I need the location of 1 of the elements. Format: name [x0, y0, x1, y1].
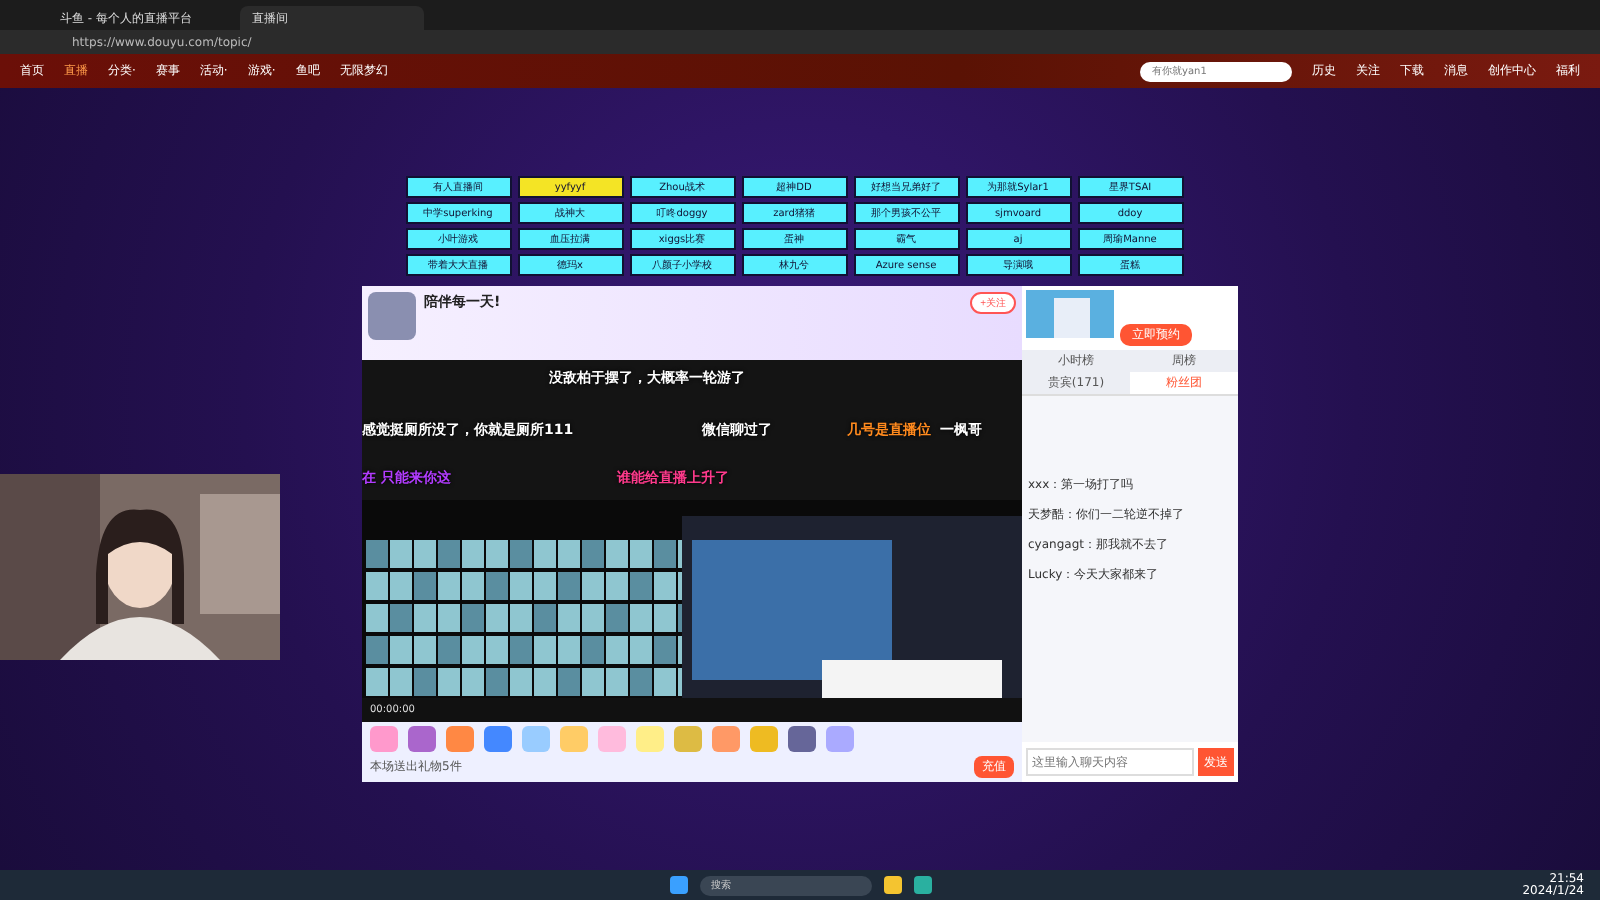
avatar: [368, 292, 416, 340]
